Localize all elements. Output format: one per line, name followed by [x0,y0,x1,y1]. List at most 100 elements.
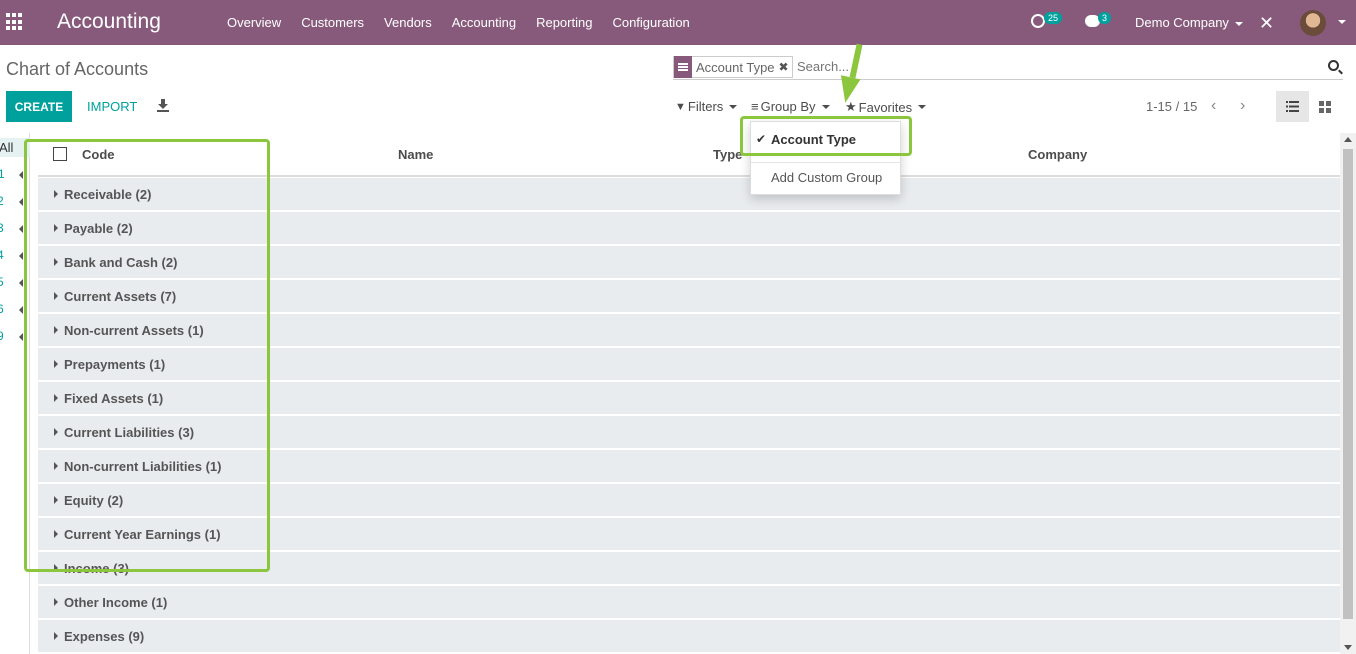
check-icon: ✔ [756,132,767,146]
search-input[interactable] [797,59,1297,74]
search-panel-item[interactable]: 1 [0,167,5,181]
group-label: Payable (2) [64,220,133,236]
caret-left-icon[interactable] [19,198,23,206]
group-row[interactable]: Bank and Cash (2) [38,245,1340,278]
caret-right-icon [54,428,58,436]
menu-reporting[interactable]: Reporting [526,15,602,30]
menu-configuration[interactable]: Configuration [602,15,699,30]
search-panel-all-label: All [0,140,14,155]
column-company[interactable]: Company [1028,147,1087,162]
group-label: Income (3) [64,560,130,576]
list-view-button[interactable] [1276,91,1309,122]
caret-right-icon [54,258,58,266]
top-navbar: Accounting Overview Customers Vendors Ac… [0,0,1356,45]
caret-right-icon [54,360,58,368]
caret-left-icon[interactable] [19,252,23,260]
search-bar: Account Type ✖ [673,56,1343,80]
group-row[interactable]: Receivable (2) [38,177,1340,210]
group-label: Current Year Earnings (1) [64,526,221,542]
caret-left-icon[interactable] [19,279,23,287]
caret-right-icon [54,224,58,232]
scrollbar-thumb[interactable] [1343,149,1353,619]
import-button[interactable]: IMPORT [80,91,144,122]
kanban-view-icon [1319,100,1331,113]
search-panel-item[interactable]: 3 [0,221,4,235]
favorites-button[interactable]: ★ Favorites [845,99,927,115]
group-row[interactable]: Expenses (9) [38,619,1340,652]
group-row[interactable]: Equity (2) [38,483,1340,516]
group-label: Other Income (1) [64,594,168,610]
group-row[interactable]: Payable (2) [38,211,1340,244]
select-all-checkbox[interactable] [53,147,67,161]
caret-right-icon [54,462,58,470]
scroll-up-arrow-icon[interactable] [1344,137,1352,142]
group-label: Bank and Cash (2) [64,254,178,270]
group-row[interactable]: Non-current Assets (1) [38,313,1340,346]
debug-tools-icon[interactable]: ✕ [1259,13,1274,34]
menu-accounting[interactable]: Accounting [442,15,526,30]
group-by-label: Group By [760,99,816,114]
caret-left-icon[interactable] [19,306,23,314]
menu-overview[interactable]: Overview [217,15,291,30]
list-view-icon [1286,101,1299,112]
main-menu: Overview Customers Vendors Accounting Re… [217,0,700,45]
group-label: Equity (2) [64,492,124,508]
group-row[interactable]: Prepayments (1) [38,347,1340,380]
search-icon[interactable] [1328,60,1339,71]
caret-right-icon [54,292,58,300]
apps-menu-icon[interactable] [6,13,24,31]
messages-count-badge: 3 [1098,12,1112,24]
group-row[interactable]: Non-current Liabilities (1) [38,449,1340,482]
caret-left-icon[interactable] [19,225,23,233]
search-panel-item[interactable]: 6 [0,302,4,316]
menu-customers[interactable]: Customers [291,15,374,30]
company-switcher[interactable]: Demo Company [1135,15,1243,30]
download-icon-base [157,110,169,112]
caret-right-icon [54,496,58,504]
column-name[interactable]: Name [398,147,433,162]
user-menu-caret-icon[interactable] [1338,20,1346,24]
filters-button[interactable]: ▼ Filters [675,99,738,114]
menu-vendors[interactable]: Vendors [374,15,442,30]
group-label: Current Liabilities (3) [64,424,195,440]
caret-right-icon [54,394,58,402]
create-button[interactable]: CREATE [6,91,72,122]
groupby-option-account-type[interactable]: ✔ Account Type [751,128,900,150]
group-row[interactable]: Income (3) [38,551,1340,584]
group-row[interactable]: Other Income (1) [38,585,1340,618]
user-avatar[interactable] [1300,10,1326,36]
caret-right-icon [54,530,58,538]
group-row[interactable]: Current Liabilities (3) [38,415,1340,448]
dropdown-divider [751,162,900,163]
pager-next-icon[interactable]: › [1240,97,1245,115]
app-title[interactable]: Accounting [57,10,161,34]
search-panel-item[interactable]: 5 [0,275,4,289]
group-row[interactable]: Fixed Assets (1) [38,381,1340,414]
add-custom-group-option[interactable]: Add Custom Group [751,166,900,188]
column-type[interactable]: Type [713,147,742,162]
search-panel-item[interactable]: 2 [0,194,4,208]
vertical-scrollbar[interactable] [1340,133,1356,654]
facet-remove-icon[interactable]: ✖ [779,60,792,74]
group-label: Non-current Assets (1) [64,322,204,338]
scroll-down-arrow-icon[interactable] [1344,645,1352,650]
activity-clock-icon[interactable] [1031,14,1045,28]
search-panel-item[interactable]: 4 [0,248,4,262]
group-label: Non-current Liabilities (1) [64,458,222,474]
group-label: Current Assets (7) [64,288,177,304]
groupby-facet-icon [674,56,692,78]
search-panel-all[interactable]: All [0,138,30,157]
facet-label: Account Type [696,59,775,75]
pager-previous-icon[interactable]: ‹ [1211,97,1216,115]
pager-value[interactable]: 1-15 / 15 [1146,99,1197,114]
group-row[interactable]: Current Year Earnings (1) [38,517,1340,550]
caret-left-icon[interactable] [19,333,23,341]
group-by-icon: ≡ [751,99,759,114]
group-row[interactable]: Current Assets (7) [38,279,1340,312]
column-code[interactable]: Code [82,147,115,162]
caret-left-icon[interactable] [19,171,23,179]
group-by-button[interactable]: ≡ Group By [751,99,830,114]
kanban-view-button[interactable] [1310,91,1340,122]
search-panel-item[interactable]: 9 [0,329,4,343]
caret-right-icon [54,632,58,640]
